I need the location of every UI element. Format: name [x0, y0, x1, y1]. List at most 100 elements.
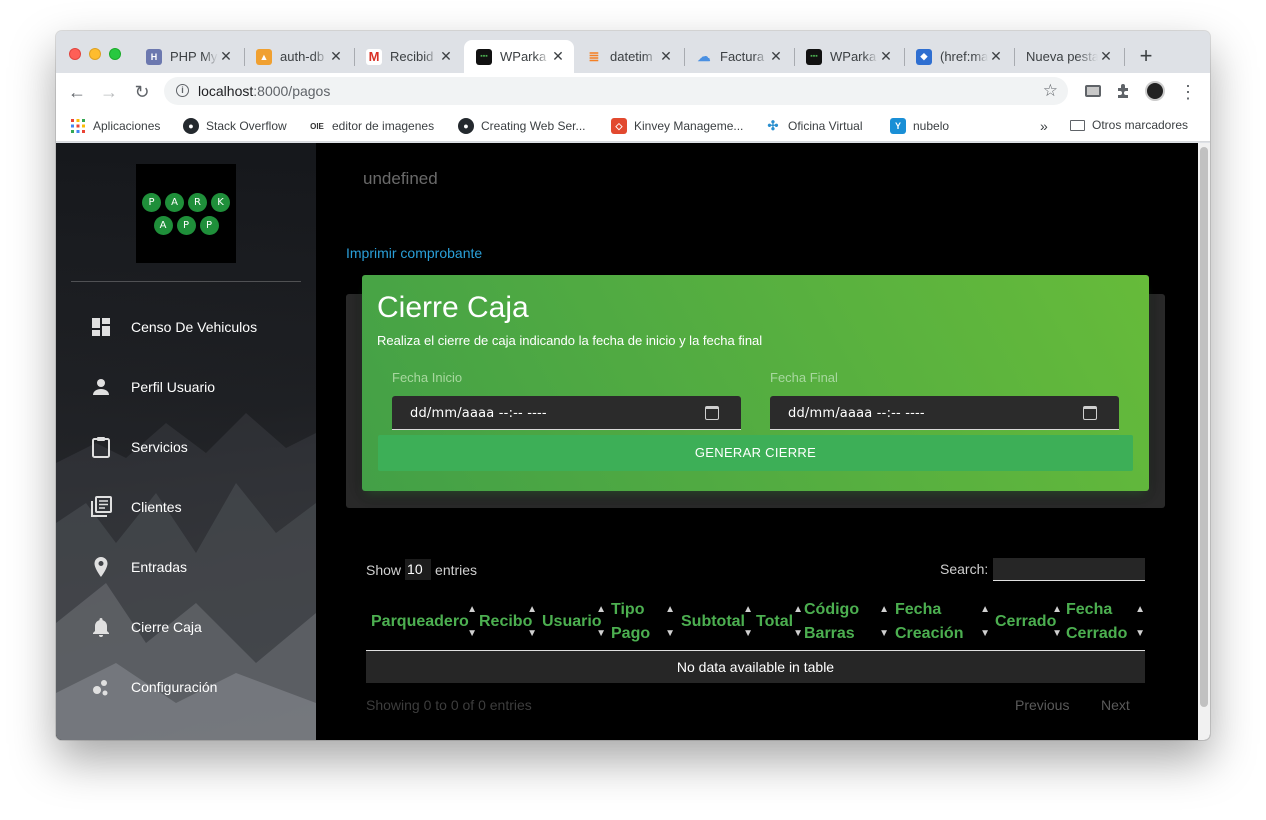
bookmarks-overflow-chevron-icon[interactable]: »	[1040, 118, 1048, 134]
close-tab-icon[interactable]: ✕	[1098, 48, 1114, 65]
pagination-previous[interactable]: Previous	[1015, 697, 1069, 713]
tab-wparking-2[interactable]: ▪▪▪ WParka ✕	[794, 40, 902, 73]
sidebar-item-servicios[interactable]: Servicios	[56, 427, 316, 467]
column-header-parqueadero[interactable]: Parqueadero ▲ ▼	[371, 595, 477, 648]
print-receipt-link[interactable]: Imprimir comprobante	[346, 245, 482, 261]
column-header-total[interactable]: Total ▲ ▼	[756, 595, 803, 648]
bookmark-creating-web[interactable]: ● Creating Web Ser...	[458, 118, 586, 134]
extensions-puzzle-icon[interactable]	[1114, 81, 1134, 101]
column-header-label: Código Barras	[804, 600, 860, 642]
sidebar-item-entradas[interactable]: Entradas	[56, 547, 316, 587]
bookmark-nubelo[interactable]: Y nubelo	[890, 118, 949, 134]
slack-icon: ✣	[767, 118, 779, 133]
tab-auth-db[interactable]: ▲ auth-db ✕	[244, 40, 352, 73]
close-tab-icon[interactable]: ✕	[328, 48, 344, 65]
other-bookmarks[interactable]: Otros marcadores	[1070, 118, 1188, 132]
sidebar-item-clientes[interactable]: Clientes	[56, 487, 316, 527]
logo-row-top: P A R K	[142, 192, 230, 212]
column-header-label: Parqueadero	[371, 612, 469, 630]
tab-gmail[interactable]: M Recibid ✕	[354, 40, 462, 73]
calendar-icon[interactable]	[1083, 406, 1097, 420]
tab-label: PHP My	[170, 49, 218, 64]
bookmark-apps[interactable]: Aplicaciones	[70, 118, 160, 134]
tab-wparking-active[interactable]: ▪▪▪ WParka ✕	[464, 40, 574, 73]
close-tab-icon[interactable]: ✕	[988, 48, 1004, 65]
bookmark-editor-imagenes[interactable]: OIE editor de imagenes	[309, 118, 434, 134]
new-tab-button[interactable]: +	[1136, 44, 1156, 68]
sidebar: P A R K A P P Censo De Vehiculos Perfil …	[56, 143, 316, 740]
page-header-text: undefined	[363, 169, 438, 188]
column-header-tipo-pago[interactable]: Tipo Pago ▲ ▼	[611, 595, 675, 648]
bookmark-star-icon[interactable]: ☆	[1043, 81, 1058, 101]
sort-arrows-icon: ▲ ▼	[596, 603, 606, 639]
minimize-window-button[interactable]	[89, 48, 101, 60]
bookmark-oficina-virtual[interactable]: ✣ Oficina Virtual	[765, 118, 863, 134]
tab-label: Nueva pesta	[1026, 49, 1098, 64]
sidebar-item-cierre-caja[interactable]: Cierre Caja	[56, 607, 316, 647]
sidebar-item-label: Perfil Usuario	[131, 379, 216, 395]
tab-label: Recibid	[390, 49, 434, 64]
bookmark-stack-overflow[interactable]: ● Stack Overflow	[183, 118, 287, 134]
close-tab-icon[interactable]: ✕	[878, 48, 894, 65]
close-tab-icon[interactable]: ✕	[768, 48, 784, 65]
vertical-scrollbar[interactable]	[1198, 143, 1210, 740]
column-header-cerrado[interactable]: Cerrado ▲ ▼	[995, 595, 1062, 648]
calendar-icon[interactable]	[705, 406, 719, 420]
wparking-favicon-icon: ▪▪▪	[806, 48, 822, 65]
column-header-label: Cerrado	[995, 612, 1057, 630]
menu-kebab-icon[interactable]: ⋮	[1178, 82, 1198, 102]
bell-icon	[93, 618, 109, 637]
start-date-input[interactable]: dd/mm/aaaa --:-- ----	[392, 396, 741, 430]
sidebar-divider	[71, 281, 301, 282]
card-title: Cierre Caja	[377, 291, 529, 324]
tab-phpmyadmin[interactable]: H PHP My ✕	[134, 40, 242, 73]
entries-select[interactable]: 10	[405, 559, 432, 580]
column-header-usuario[interactable]: Usuario ▲ ▼	[542, 595, 606, 648]
pma-favicon-icon: ▲	[256, 48, 272, 65]
github-icon: ●	[183, 118, 199, 134]
site-info-icon[interactable]: i	[176, 84, 189, 97]
tab-datetime[interactable]: ≣ datetim ✕	[574, 40, 682, 73]
column-header-recibo[interactable]: Recibo ▲ ▼	[479, 595, 537, 648]
shield-favicon-icon: ◆	[916, 48, 932, 65]
url-path: :8000/pagos	[253, 83, 331, 99]
generate-closing-button[interactable]: GENERAR CIERRE	[378, 435, 1133, 471]
close-tab-icon[interactable]: ✕	[550, 48, 566, 65]
search-input[interactable]	[993, 558, 1145, 581]
reload-icon[interactable]: ↻	[132, 82, 152, 102]
column-header-codigo-barras[interactable]: Código Barras ▲ ▼	[804, 595, 889, 648]
column-header-fecha-cerrado[interactable]: Fecha Cerrado ▲ ▼	[1066, 595, 1145, 648]
close-window-button[interactable]	[69, 48, 81, 60]
column-header-label: Subtotal	[681, 612, 745, 630]
column-header-subtotal[interactable]: Subtotal ▲ ▼	[681, 595, 753, 648]
logo-letter: P	[142, 192, 161, 212]
column-header-fecha-creacion[interactable]: Fecha Creación ▲ ▼	[895, 595, 990, 648]
logo-letter: R	[188, 192, 207, 212]
address-bar[interactable]: i localhost:8000/pagos ☆	[164, 77, 1068, 105]
sidebar-item-configuracion[interactable]: Configuración	[56, 667, 316, 707]
sidebar-item-censo[interactable]: Censo De Vehiculos	[56, 307, 316, 347]
close-tab-icon[interactable]: ✕	[438, 48, 454, 65]
logo-row-bottom: A P P	[153, 215, 219, 235]
forward-arrow-icon[interactable]: →	[99, 82, 119, 102]
bookmark-label: nubelo	[913, 119, 950, 133]
tab-href[interactable]: ◆ (href:ma ✕	[904, 40, 1012, 73]
bookmark-kinvey[interactable]: ◇ Kinvey Manageme...	[611, 118, 743, 134]
tab-new-tab[interactable]: Nueva pesta ✕	[1014, 40, 1122, 73]
extension-screen-icon[interactable]	[1083, 81, 1103, 101]
entries-label: entries	[435, 561, 478, 578]
close-tab-icon[interactable]: ✕	[218, 48, 234, 65]
maximize-window-button[interactable]	[109, 48, 121, 60]
clipboard-icon	[92, 437, 110, 458]
bookmark-label: Oficina Virtual	[788, 119, 863, 133]
sidebar-item-perfil[interactable]: Perfil Usuario	[56, 367, 316, 407]
pagination-next[interactable]: Next	[1101, 697, 1130, 713]
end-date-input[interactable]: dd/mm/aaaa --:-- ----	[770, 396, 1119, 430]
profile-avatar[interactable]	[1145, 81, 1165, 101]
logo-letter: K	[211, 192, 230, 212]
scrollbar-thumb[interactable]	[1200, 147, 1208, 707]
back-arrow-icon[interactable]: ←	[67, 82, 87, 102]
tab-factura[interactable]: ☁ Factura ✕	[684, 40, 792, 73]
close-tab-icon[interactable]: ✕	[658, 48, 674, 65]
tab-label: datetim	[610, 49, 653, 64]
